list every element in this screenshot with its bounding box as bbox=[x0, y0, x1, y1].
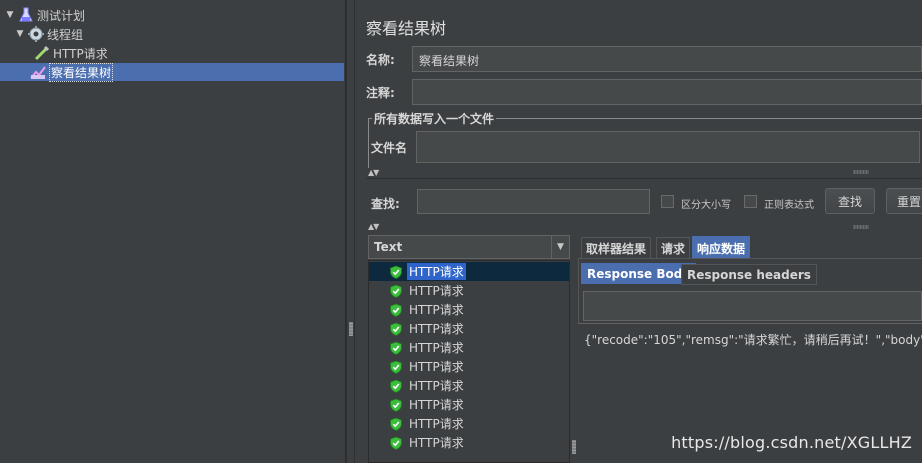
test-plan-tree: ▼ 测试计划 ▼ 线程组 HTTP请求 察看结果树 bbox=[0, 0, 346, 463]
regex-label: 正则表达式 bbox=[764, 200, 814, 211]
tree-node-test-plan[interactable]: ▼ 测试计划 bbox=[4, 6, 85, 24]
splitter-grip-icon[interactable] bbox=[349, 322, 353, 336]
result-list-item[interactable]: HTTP请求 bbox=[369, 357, 569, 376]
tree-label-thread-group: 线程组 bbox=[47, 27, 84, 42]
renderer-select-value: Text bbox=[374, 240, 403, 254]
result-list-item[interactable]: HTTP请求 bbox=[369, 433, 569, 452]
success-shield-icon bbox=[390, 417, 402, 431]
search-input[interactable] bbox=[417, 189, 650, 214]
result-list-item-label: HTTP请求 bbox=[409, 379, 464, 393]
name-label: 名称: bbox=[366, 53, 395, 67]
comment-label: 注释: bbox=[366, 86, 395, 100]
reset-button[interactable]: 重置 bbox=[886, 188, 922, 214]
result-list-item-label: HTTP请求 bbox=[409, 322, 464, 336]
chevron-down-icon[interactable]: ▼ bbox=[551, 236, 569, 258]
flask-icon bbox=[18, 7, 34, 23]
name-field[interactable]: 察看结果树 bbox=[412, 46, 922, 72]
success-shield-icon bbox=[390, 379, 402, 393]
tree-node-http-request[interactable]: HTTP请求 bbox=[32, 44, 108, 62]
expand-arrow-icon[interactable]: ▼ bbox=[14, 29, 26, 39]
gear-icon bbox=[28, 26, 44, 42]
subtab-response-body[interactable]: Response Body bbox=[581, 263, 697, 284]
chart-icon bbox=[30, 64, 46, 80]
success-shield-icon bbox=[390, 322, 402, 336]
divider-grip-icon[interactable] bbox=[853, 225, 869, 229]
comment-field[interactable] bbox=[412, 79, 922, 105]
pipette-icon bbox=[34, 45, 50, 61]
divider bbox=[366, 178, 922, 179]
response-body-text[interactable]: {"recode":"105","remsg":"请求繁忙，请稍后再试！","b… bbox=[584, 331, 922, 348]
watermark: https://blog.csdn.net/XGLLHZ bbox=[671, 433, 912, 452]
renderer-select[interactable]: Text ▼ bbox=[368, 235, 570, 259]
result-list-item-label: HTTP请求 bbox=[409, 360, 464, 374]
tab-sampler-result[interactable]: 取样器结果 bbox=[581, 237, 652, 259]
tree-label-view-results-tree: 察看结果树 bbox=[49, 62, 114, 82]
success-shield-icon bbox=[390, 398, 402, 412]
result-list-item[interactable]: HTTP请求 bbox=[369, 395, 569, 414]
success-shield-icon bbox=[390, 284, 402, 298]
result-list-item[interactable]: HTTP请求 bbox=[369, 300, 569, 319]
result-list-item[interactable]: HTTP请求 bbox=[369, 414, 569, 433]
result-list-item-label: HTTP请求 bbox=[409, 341, 464, 355]
filename-label: 文件名 bbox=[371, 141, 408, 155]
tree-node-view-results-tree[interactable]: 察看结果树 bbox=[0, 62, 344, 82]
case-sensitive-label: 区分大小写 bbox=[681, 200, 731, 211]
results-splitter[interactable] bbox=[570, 235, 578, 463]
result-list-item[interactable]: HTTP请求 bbox=[369, 338, 569, 357]
search-label: 查找: bbox=[371, 197, 400, 211]
expand-arrow-icon[interactable]: ▼ bbox=[4, 10, 16, 20]
main-splitter[interactable] bbox=[346, 0, 355, 463]
write-to-file-group-title: 所有数据写入一个文件 bbox=[372, 110, 497, 127]
success-shield-icon bbox=[390, 341, 402, 355]
view-results-tree-panel: 察看结果树 名称: 察看结果树 注释: 所有数据写入一个文件 文件名 ▲▼ 查找… bbox=[356, 0, 922, 463]
result-list-item-label: HTTP请求 bbox=[409, 398, 464, 412]
tree-node-thread-group[interactable]: ▼ 线程组 bbox=[14, 25, 83, 43]
tree-label-test-plan: 测试计划 bbox=[37, 8, 86, 23]
page-title: 察看结果树 bbox=[366, 19, 447, 38]
search-button[interactable]: 查找 bbox=[825, 188, 875, 214]
success-shield-icon bbox=[390, 436, 402, 450]
result-list-item-label: HTTP请求 bbox=[409, 436, 464, 450]
success-shield-icon bbox=[390, 265, 402, 279]
success-shield-icon bbox=[390, 303, 402, 317]
result-list-item[interactable]: HTTP请求 bbox=[369, 376, 569, 395]
result-list-item-label: HTTP请求 bbox=[409, 284, 464, 298]
tab-response-data[interactable]: 响应数据 bbox=[692, 236, 751, 259]
tab-request[interactable]: 请求 bbox=[656, 237, 691, 259]
result-list-item[interactable]: HTTP请求 bbox=[369, 281, 569, 300]
result-list-item-label: HTTP请求 bbox=[409, 303, 464, 317]
regex-checkbox[interactable] bbox=[744, 195, 757, 208]
result-list-item[interactable]: HTTP请求 bbox=[369, 262, 569, 281]
tree-label-http-request: HTTP请求 bbox=[53, 46, 108, 61]
collapse-arrows-icon[interactable]: ▲▼ bbox=[368, 222, 379, 231]
result-list-item-label: HTTP请求 bbox=[409, 417, 464, 431]
success-shield-icon bbox=[390, 360, 402, 374]
splitter-grip-icon[interactable] bbox=[572, 440, 576, 454]
divider-grip-icon[interactable] bbox=[853, 170, 869, 174]
collapse-arrows-icon[interactable]: ▲▼ bbox=[368, 168, 379, 177]
sample-result-list: HTTP请求 HTTP请求 HTTP请求 HTTP请求 HTTP请求 HTTP请求 HTTP… bbox=[368, 260, 570, 463]
response-search-input[interactable] bbox=[583, 291, 922, 321]
filename-field[interactable] bbox=[416, 131, 920, 163]
result-list-item-label: HTTP请求 bbox=[407, 263, 466, 280]
result-list-item[interactable]: HTTP请求 bbox=[369, 319, 569, 338]
subtab-response-headers[interactable]: Response headers bbox=[681, 264, 817, 285]
case-sensitive-checkbox[interactable] bbox=[661, 195, 674, 208]
